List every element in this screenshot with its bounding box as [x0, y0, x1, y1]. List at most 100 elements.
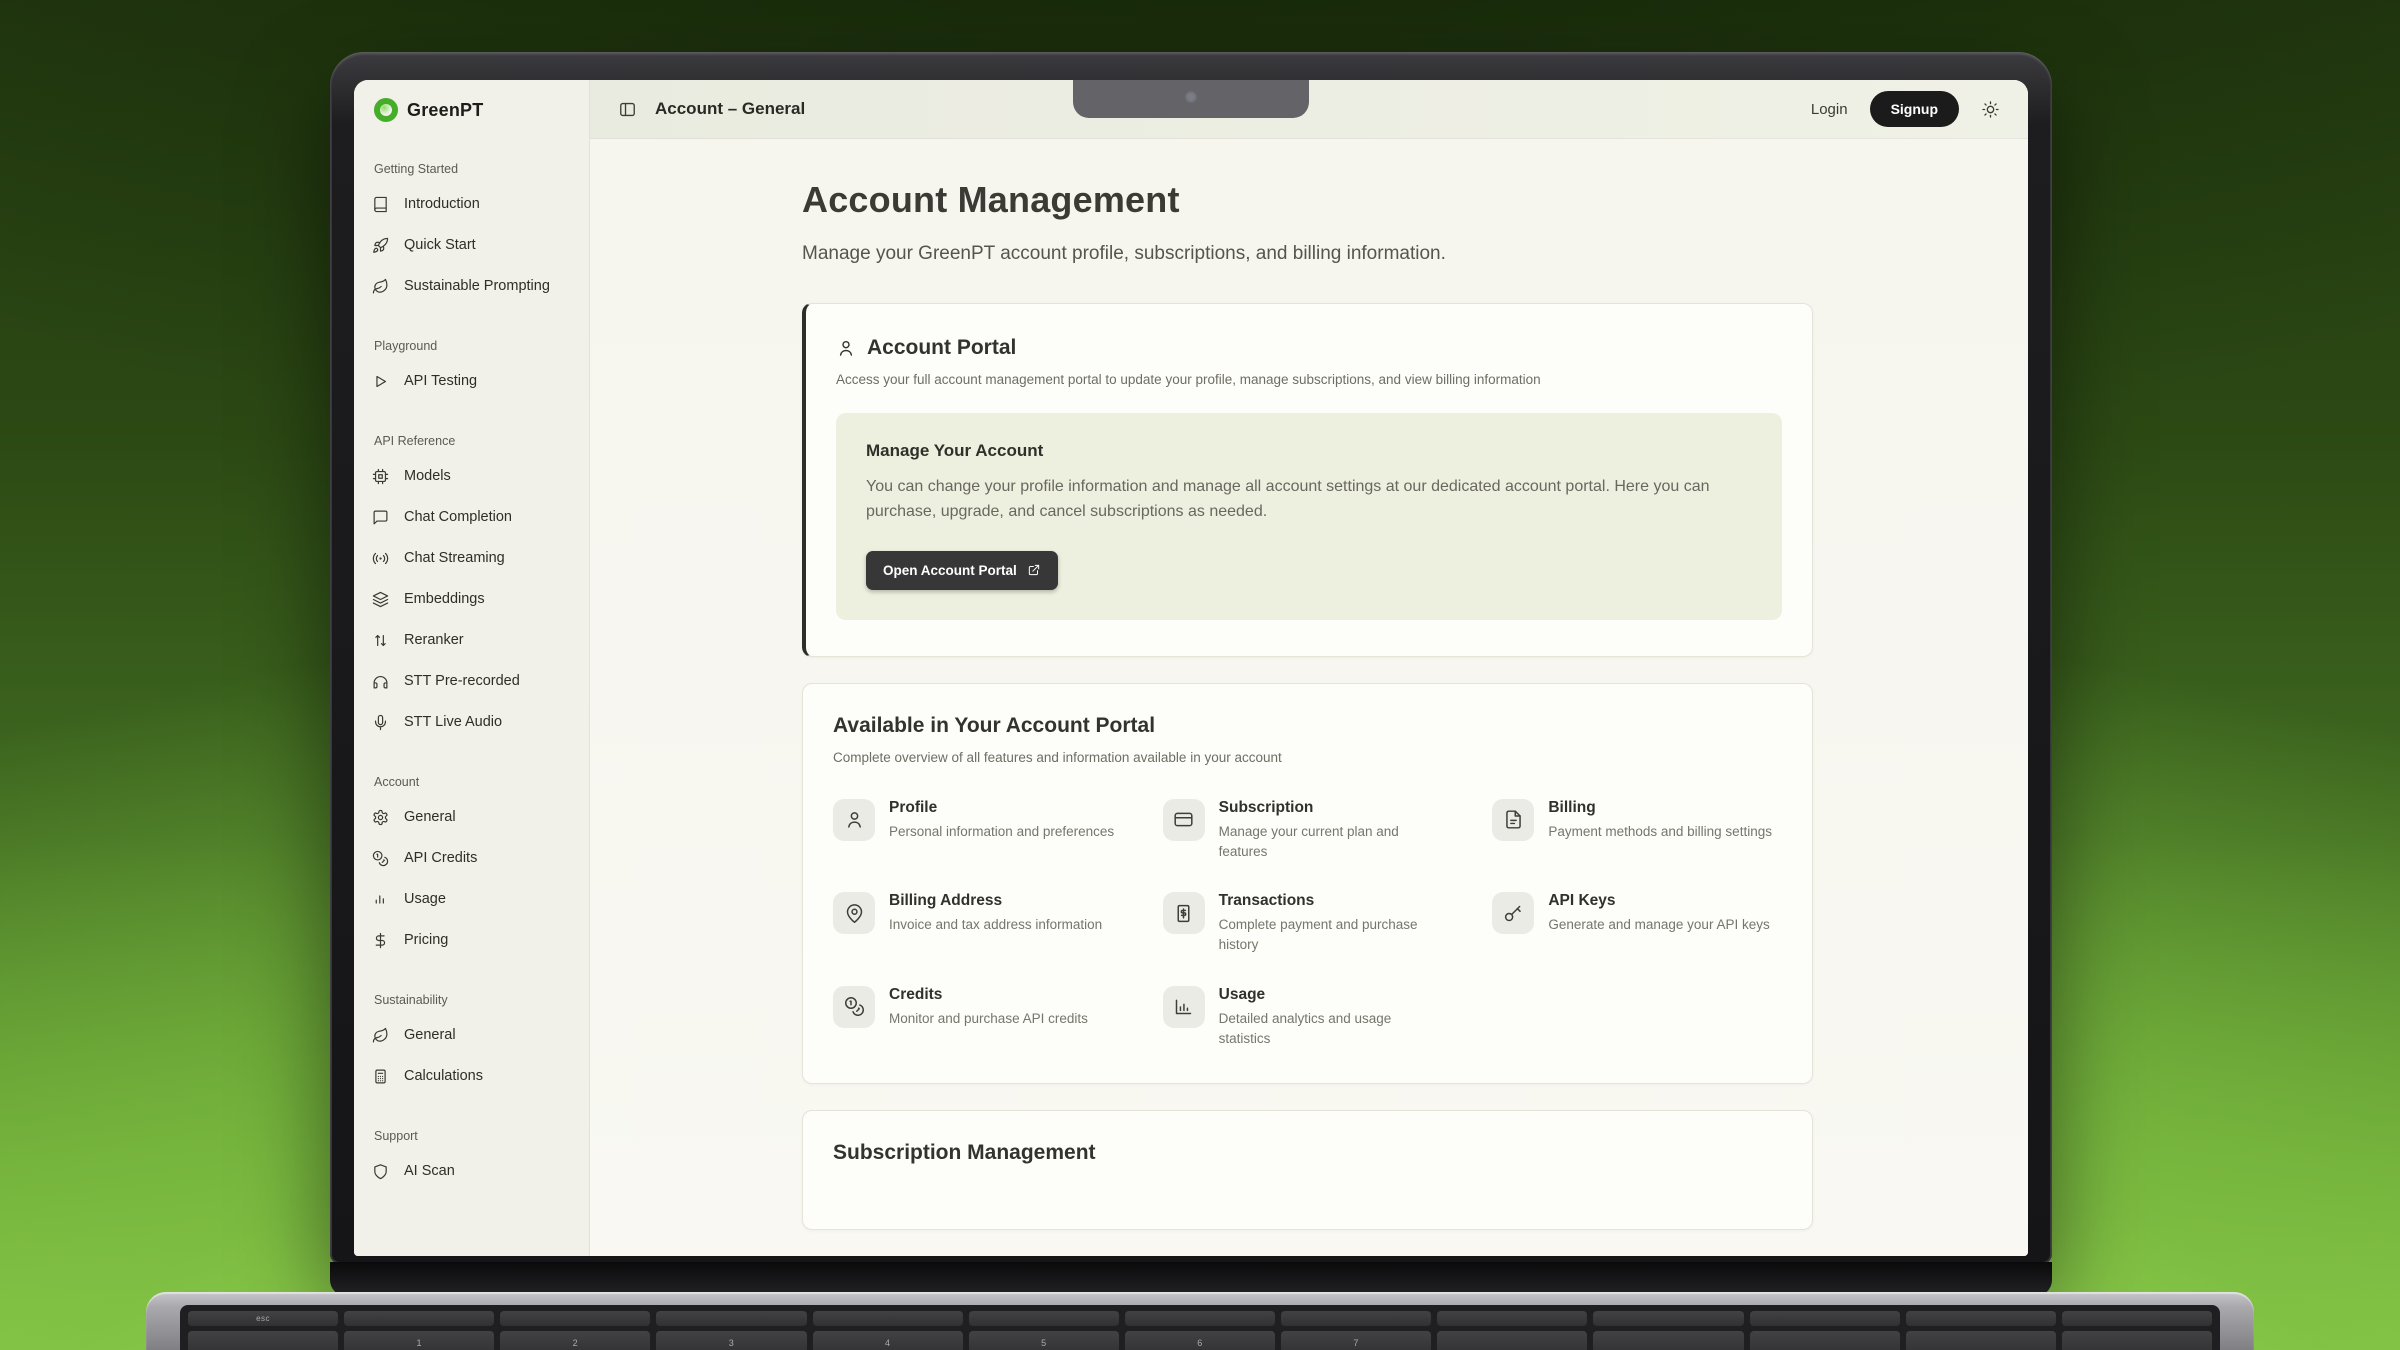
sidebar-item-support-ai-scan[interactable]: AI Scan — [372, 1158, 575, 1184]
sidebar-section-title: Support — [374, 1129, 575, 1143]
sidebar-item-label: Introduction — [404, 196, 480, 212]
keyboard-key — [1906, 1331, 2056, 1350]
person-icon — [836, 338, 856, 358]
account-portal-card-description: Access your full account management port… — [836, 372, 1782, 387]
sidebar-section-getting-started: Getting StartedIntroductionQuick StartSu… — [372, 162, 575, 299]
sidebar-item-api-reference-stt-pre-recorded[interactable]: STT Pre-recorded — [372, 668, 575, 694]
keyboard-key — [969, 1311, 1119, 1326]
sidebar-item-getting-started-introduction[interactable]: Introduction — [372, 191, 575, 217]
feature-description: Detailed analytics and usage statistics — [1219, 1009, 1445, 1050]
chip-icon — [372, 468, 389, 485]
sidebar-item-label: AI Scan — [404, 1163, 455, 1179]
play-icon — [372, 373, 389, 390]
document-icon — [1503, 809, 1524, 830]
sidebar: GreenPT Getting StartedIntroductionQuick… — [354, 80, 590, 1256]
sidebar-toggle-button[interactable] — [618, 100, 637, 119]
coins-icon — [372, 850, 389, 867]
feature-text: CreditsMonitor and purchase API credits — [889, 986, 1096, 1029]
signup-button[interactable]: Signup — [1870, 91, 1959, 127]
feature-description: Generate and manage your API keys — [1548, 915, 1769, 935]
page-breadcrumb: Account – General — [655, 99, 805, 119]
keyboard-key — [2062, 1331, 2212, 1350]
topbar: Account – General Login Signup — [590, 80, 2028, 139]
sidebar-item-account-usage[interactable]: Usage — [372, 886, 575, 912]
feature-usage: UsageDetailed analytics and usage statis… — [1163, 986, 1453, 1050]
sort-icon — [372, 632, 389, 649]
person-icon — [844, 809, 865, 830]
sidebar-item-api-reference-reranker[interactable]: Reranker — [372, 627, 575, 653]
bars-icon — [372, 891, 389, 908]
person-icon — [836, 338, 856, 358]
features-card-subtitle: Complete overview of all features and in… — [833, 750, 1782, 765]
keyboard-key — [1593, 1331, 1743, 1350]
calculator-icon — [372, 1068, 389, 1085]
sidebar-item-getting-started-sustainable-prompting[interactable]: Sustainable Prompting — [372, 273, 575, 299]
rocket-icon — [372, 237, 389, 254]
keyboard-row: esc — [188, 1311, 2212, 1326]
feature-text: API KeysGenerate and manage your API key… — [1548, 892, 1777, 935]
bars-icon — [372, 891, 389, 908]
mic-icon — [372, 714, 389, 731]
sidebar-section-title: Sustainability — [374, 993, 575, 1007]
open-account-portal-button[interactable]: Open Account Portal — [866, 551, 1058, 590]
sidebar-item-api-reference-chat-streaming[interactable]: Chat Streaming — [372, 545, 575, 571]
book-icon — [372, 196, 389, 213]
sidebar-item-api-reference-chat-completion[interactable]: Chat Completion — [372, 504, 575, 530]
shield-icon — [372, 1163, 389, 1180]
external-link-icon — [1027, 563, 1041, 577]
page-title: Account Management — [802, 179, 1813, 221]
sidebar-item-playground-api-testing[interactable]: API Testing — [372, 368, 575, 394]
keyboard-key — [1437, 1331, 1587, 1350]
gear-icon — [372, 809, 389, 826]
coins-icon — [844, 996, 865, 1017]
calculator-icon — [372, 1068, 389, 1085]
keyboard-key — [1906, 1311, 2056, 1326]
keyboard-key: 2 — [500, 1331, 650, 1350]
feature-billing: BillingPayment methods and billing setti… — [1492, 799, 1782, 863]
logo-icon — [374, 98, 398, 122]
sidebar-item-account-pricing[interactable]: Pricing — [372, 927, 575, 953]
keyboard-key — [1750, 1331, 1900, 1350]
sidebar-item-sustainability-general[interactable]: General — [372, 1022, 575, 1048]
sidebar-item-account-api-credits[interactable]: API Credits — [372, 845, 575, 871]
keyboard-key: esc — [188, 1311, 338, 1326]
feature-profile: ProfilePersonal information and preferen… — [833, 799, 1123, 863]
chip-icon — [372, 468, 389, 485]
feature-text: TransactionsComplete payment and purchas… — [1219, 892, 1453, 956]
coins-icon — [833, 986, 875, 1028]
sidebar-item-label: Reranker — [404, 632, 464, 648]
keyboard-key: 3 — [656, 1331, 806, 1350]
feature-billing-address: Billing AddressInvoice and tax address i… — [833, 892, 1123, 956]
sidebar-item-sustainability-calculations[interactable]: Calculations — [372, 1063, 575, 1089]
account-portal-card: Account Portal Access your full account … — [802, 303, 1813, 657]
subscription-card-title: Subscription Management — [833, 1141, 1782, 1165]
chat-icon — [372, 509, 389, 526]
login-link[interactable]: Login — [1811, 101, 1848, 118]
feature-text: Billing AddressInvoice and tax address i… — [889, 892, 1110, 935]
desktop-background: GreenPT Getting StartedIntroductionQuick… — [0, 0, 2400, 1350]
sidebar-item-label: General — [404, 1027, 456, 1043]
panel-left-icon — [618, 100, 637, 119]
keyboard-key: 1 — [344, 1331, 494, 1350]
keyboard-key — [188, 1331, 338, 1350]
sidebar-item-api-reference-stt-live-audio[interactable]: STT Live Audio — [372, 709, 575, 735]
laptop-base: esc1234567tabQWE — [146, 1292, 2254, 1350]
map-pin-icon — [833, 892, 875, 934]
sidebar-item-getting-started-quick-start[interactable]: Quick Start — [372, 232, 575, 258]
sidebar-item-api-reference-embeddings[interactable]: Embeddings — [372, 586, 575, 612]
sidebar-section-title: Playground — [374, 339, 575, 353]
person-icon — [833, 799, 875, 841]
key-icon — [1503, 903, 1524, 924]
sidebar-section-title: API Reference — [374, 434, 575, 448]
rocket-icon — [372, 237, 389, 254]
feature-description: Personal information and preferences — [889, 822, 1114, 842]
sidebar-item-label: Chat Completion — [404, 509, 512, 525]
page-subtitle: Manage your GreenPT account profile, sub… — [802, 243, 1813, 265]
logo[interactable]: GreenPT — [374, 98, 575, 122]
subscription-card: Subscription Management — [802, 1110, 1813, 1230]
sidebar-item-api-reference-models[interactable]: Models — [372, 463, 575, 489]
chart-icon — [1163, 986, 1205, 1028]
sidebar-item-account-general[interactable]: General — [372, 804, 575, 830]
feature-description: Manage your current plan and features — [1219, 822, 1445, 863]
theme-toggle-button[interactable] — [1981, 100, 2000, 119]
